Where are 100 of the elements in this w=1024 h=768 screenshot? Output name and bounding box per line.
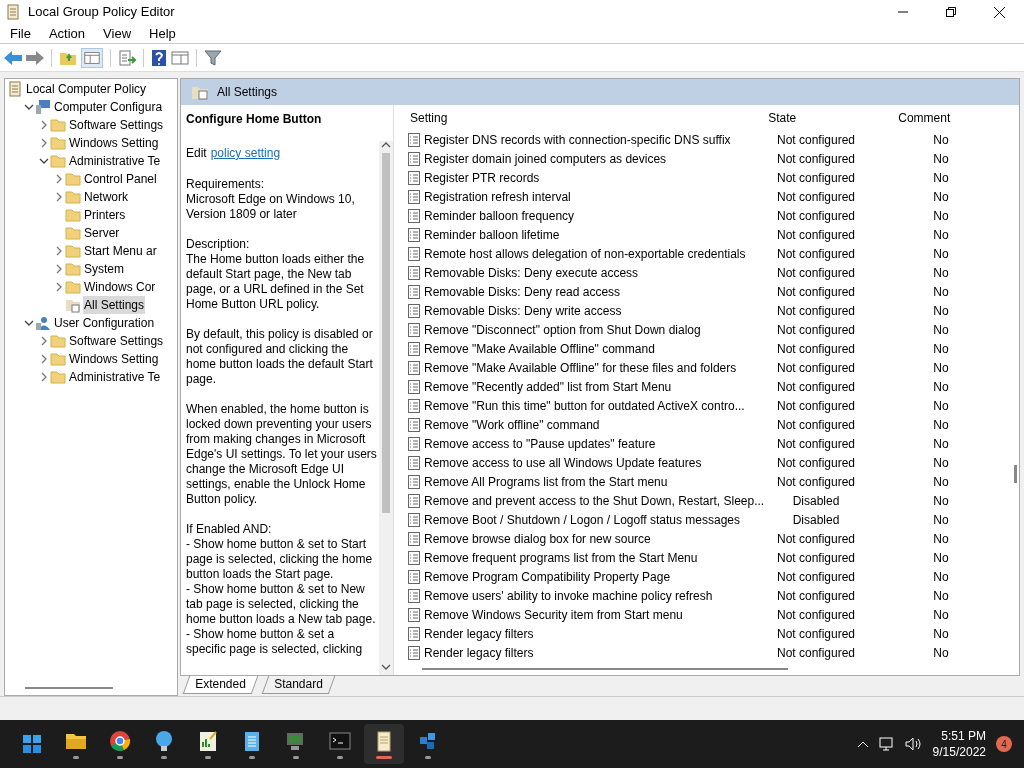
tree-item[interactable]: System <box>83 260 125 278</box>
export-list-icon[interactable] <box>118 49 136 66</box>
expanded-chevron-icon[interactable] <box>23 102 34 112</box>
menu-item[interactable]: File <box>2 23 39 44</box>
maximize-icon[interactable] <box>946 6 956 17</box>
setting-name[interactable]: Removable Disks: Deny read access <box>424 282 761 301</box>
notification-badge[interactable]: 4 <box>996 736 1012 752</box>
setting-name[interactable]: Remove frequent programs list from the Start Menu <box>424 548 761 567</box>
comment-cell-text: No <box>932 511 950 529</box>
chevron-up-icon[interactable] <box>856 740 869 748</box>
expanded-chevron-icon[interactable] <box>38 156 49 166</box>
setting-icon <box>408 322 420 337</box>
network-icon[interactable] <box>878 737 895 751</box>
tree-item[interactable]: Server <box>83 224 121 242</box>
setting-name[interactable]: Remove browse dialog box for new source <box>424 529 761 548</box>
comment-cell-text: No <box>932 416 950 434</box>
tree-item[interactable]: Local Computer Policy <box>25 80 148 98</box>
description-text: If Enabled AND: - Show home button & set to Start page is selected, clicking the home button loads the Start page. - Show home button & set to New tab page is selected, clicking the home button loads a New tab page. - Show home button & set a specific page is selected, clicking <box>186 522 377 657</box>
scrollbar-thumb[interactable] <box>422 668 788 670</box>
view-tab[interactable]: Standard <box>261 676 335 694</box>
setting-icon <box>408 132 420 147</box>
back-arrow-icon[interactable] <box>4 50 22 65</box>
folder-icon <box>50 369 66 385</box>
policy-setting-link[interactable]: policy setting <box>210 144 281 162</box>
setting-name[interactable]: Remove Program Compatibility Property Page <box>424 567 761 586</box>
column-header[interactable]: Setting <box>408 109 735 127</box>
tree-item[interactable]: User Configuration <box>53 314 156 332</box>
menu-item[interactable]: Action <box>40 23 94 44</box>
scrollbar-thumb[interactable] <box>25 687 113 689</box>
speaker-icon[interactable] <box>904 737 923 751</box>
tree-item[interactable]: Windows Setting <box>68 134 160 152</box>
setting-name[interactable]: Register DNS records with connection-specific DNS suffix <box>424 130 761 149</box>
menu-item[interactable]: Help <box>141 23 184 44</box>
tree-item[interactable]: Start Menu ar <box>83 242 158 260</box>
tree-item[interactable]: Computer Configura <box>53 98 164 116</box>
setting-name[interactable]: Remove access to use all Windows Update features <box>424 453 761 472</box>
tree-item[interactable]: Windows Setting <box>68 350 160 368</box>
tree-toggle-icon[interactable] <box>81 47 103 68</box>
setting-name[interactable]: Registration refresh interval <box>424 187 761 206</box>
tree-item[interactable]: Windows Cor <box>83 278 157 296</box>
help-icon[interactable] <box>151 48 167 67</box>
state-cell-text: Not configured <box>775 302 856 320</box>
scrollbar-thumb[interactable] <box>382 153 390 513</box>
setting-name[interactable]: Remove and prevent access to the Shut Down, Restart, Sleep... <box>424 491 761 510</box>
setting-name[interactable]: Register PTR records <box>424 168 761 187</box>
setting-name[interactable]: Remove "Disconnect" option from Shut Down dialog <box>424 320 761 339</box>
setting-name[interactable]: Remove access to "Pause updates" feature <box>424 434 761 453</box>
scrollbar-thumb[interactable] <box>1014 465 1017 483</box>
comment-cell-text: No <box>932 359 950 377</box>
state-cell-text: Not configured <box>775 131 856 149</box>
setting-name[interactable]: Remote host allows delegation of non-exportable credentials <box>424 244 761 263</box>
tree-item[interactable]: Administrative Te <box>68 152 162 170</box>
setting-icon <box>408 645 420 660</box>
state-cell-text: Not configured <box>775 435 856 453</box>
folder-icon <box>50 153 66 169</box>
close-icon[interactable] <box>994 6 1005 18</box>
tree-item[interactable]: All Settings <box>83 296 146 314</box>
tree-item[interactable]: Control Panel <box>83 170 158 188</box>
browser-icon <box>108 729 132 753</box>
menu-item[interactable]: View <box>95 23 140 44</box>
setting-name[interactable]: Remove "Make Available Offline" command <box>424 339 761 358</box>
taskbar-button[interactable] <box>364 724 404 764</box>
setting-name[interactable]: Removable Disks: Deny write access <box>424 301 761 320</box>
tree-item[interactable]: Software Settings <box>68 332 165 350</box>
tree-item[interactable]: Software Settings <box>68 116 165 134</box>
tree-item[interactable]: Printers <box>83 206 127 224</box>
setting-name[interactable]: Reminder balloon lifetime <box>424 225 761 244</box>
comment-cell-text: No <box>932 245 950 263</box>
setting-name[interactable]: Remove "Recently added" list from Start Menu <box>424 377 761 396</box>
setting-name[interactable]: Register domain joined computers as devices <box>424 149 761 168</box>
tree-item[interactable]: Administrative Te <box>68 368 162 386</box>
clock[interactable]: 5:51 PM 9/15/2022 <box>932 728 986 760</box>
state-cell-text: Not configured <box>775 644 856 662</box>
setting-name[interactable]: Remove "Run this time" button for outdated ActiveX contro... <box>424 396 761 415</box>
setting-name[interactable]: Remove All Programs list from the Start menu <box>424 472 761 491</box>
scroll-up-icon[interactable] <box>381 141 391 149</box>
setting-name[interactable]: Remove Windows Security item from Start menu <box>424 605 761 624</box>
setting-name[interactable]: Remove "Make Available Offline" for these files and folders <box>424 358 761 377</box>
setting-icon <box>408 208 420 223</box>
view-tab[interactable]: Extended <box>182 676 258 694</box>
setting-icon <box>408 436 420 451</box>
setting-name[interactable]: Remove users' ability to invoke machine policy refresh <box>424 586 761 605</box>
setting-name[interactable]: Remove "Work offline" command <box>424 415 761 434</box>
computer-icon <box>35 99 51 115</box>
scroll-down-icon[interactable] <box>381 663 391 671</box>
filter-icon[interactable] <box>204 49 222 66</box>
folder-icon <box>65 171 81 187</box>
setting-name[interactable]: Removable Disks: Deny execute access <box>424 263 761 282</box>
setting-name[interactable]: Render legacy filters <box>424 643 761 662</box>
tree-item[interactable]: Network <box>83 188 129 206</box>
folder-icon <box>65 225 81 241</box>
column-header[interactable]: Comment <box>829 109 1019 127</box>
setting-name[interactable]: Reminder balloon frequency <box>424 206 761 225</box>
column-header[interactable]: State <box>734 109 830 127</box>
expanded-chevron-icon[interactable] <box>23 318 34 328</box>
setting-icon <box>408 151 420 166</box>
setting-name[interactable]: Remove Boot / Shutdown / Logon / Logoff status messages <box>424 510 761 529</box>
setting-name[interactable]: Render legacy filters <box>424 624 761 643</box>
comment-cell-text: No <box>932 169 950 187</box>
forward-arrow-icon[interactable] <box>26 50 44 65</box>
